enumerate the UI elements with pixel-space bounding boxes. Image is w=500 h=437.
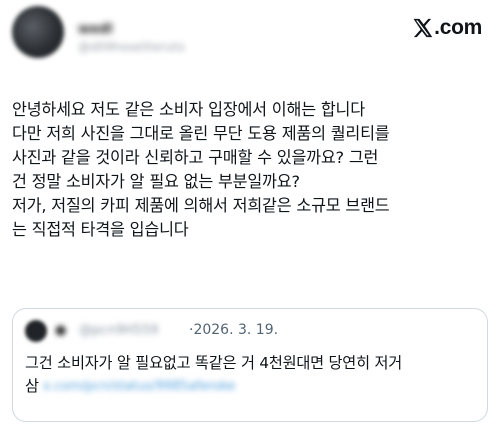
quoted-date[interactable]: ·2026. 3. 19. bbox=[189, 322, 278, 338]
tweet-line: 건 정말 소비자가 알 필요 없는 부분일까요? bbox=[12, 172, 300, 191]
x-logo-icon bbox=[413, 18, 433, 38]
tweet-line: 다만 저희 사진을 그대로 올린 무단 도용 제품의 퀄리티를 bbox=[12, 124, 390, 143]
quoted-line: 삼 bbox=[25, 377, 39, 395]
tweet-line: 저가, 저질의 카피 제품에 의해서 저희같은 소규모 브랜드 bbox=[12, 196, 390, 215]
quoted-line: 그건 소비자가 알 필요없고 똑같은 거 4천원대면 당연히 저거 bbox=[25, 354, 403, 372]
quoted-tweet[interactable]: ● @pcn9H559 ·2026. 3. 19. 그건 소비자가 알 필요없고… bbox=[12, 308, 488, 422]
avatar[interactable] bbox=[12, 6, 64, 58]
tweet-line: 사진과 같을 것이라 신뢰하고 구매할 수 있을까요? 그런 bbox=[12, 148, 379, 167]
author-handle[interactable]: @d09hoseliteruto bbox=[78, 40, 185, 54]
tweet-line: 안녕하세요 저도 같은 소비자 입장에서 이해는 합니다 bbox=[12, 100, 365, 119]
tweet-card: wedl @d09hoseliteruto .com 안녕하세요 저도 같은 소… bbox=[0, 0, 500, 437]
brand-watermark: .com bbox=[411, 16, 482, 40]
quoted-author-handle[interactable]: @pcn9H559 bbox=[79, 323, 159, 338]
quoted-line-with-link: 삼 x.com/pcn/status/9985aferoke bbox=[25, 375, 483, 398]
tweet-line: 는 직접적 타격을 입습니다 bbox=[12, 220, 189, 239]
quoted-link[interactable]: x.com/pcn/status/9985aferoke bbox=[43, 375, 236, 398]
quoted-author-name[interactable]: ● bbox=[55, 323, 66, 338]
quoted-avatar[interactable] bbox=[25, 320, 47, 342]
author-name[interactable]: wedl bbox=[78, 22, 113, 37]
quoted-text: 그건 소비자가 알 필요없고 똑같은 거 4천원대면 당연히 저거 삼 x.com… bbox=[25, 352, 483, 398]
tweet-text: 안녕하세요 저도 같은 소비자 입장에서 이해는 합니다 다만 저희 사진을 그… bbox=[12, 98, 494, 242]
brand-label: .com bbox=[434, 16, 482, 39]
